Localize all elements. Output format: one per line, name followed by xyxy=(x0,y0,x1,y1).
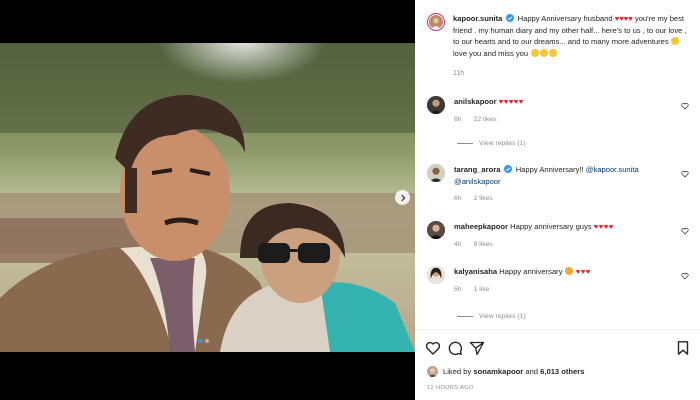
comments-panel: kapoor.sunita Happy Anniversary husband … xyxy=(415,0,700,400)
liker-avatar[interactable] xyxy=(427,366,438,377)
comment-likes[interactable]: 2 likes xyxy=(474,193,493,205)
carousel-dot xyxy=(205,339,209,343)
commenter-username[interactable]: kalyanisaha xyxy=(454,267,497,276)
comment-time: 6h xyxy=(454,115,462,123)
caption-hearts: ♥♥♥♥ xyxy=(614,14,633,23)
comment-button[interactable] xyxy=(447,340,463,356)
comment-item: anilskapoor ♥♥♥♥♥ 6h 22 likes xyxy=(427,96,695,125)
heart-icon[interactable] xyxy=(681,102,689,110)
smiling-emoji-icon xyxy=(539,48,548,57)
post-photo[interactable] xyxy=(0,43,415,352)
comment-text: Happy Anniversary!! xyxy=(515,165,584,174)
comment-time: 5h xyxy=(454,285,462,293)
bookmark-icon xyxy=(677,341,689,355)
heart-icon[interactable] xyxy=(681,170,689,178)
comment-likes[interactable]: 22 likes xyxy=(474,114,497,126)
view-replies-label: View replies (1) xyxy=(479,313,526,320)
star-struck-emoji-icon xyxy=(565,267,574,275)
liked-by-and: and xyxy=(525,367,539,376)
comment-hearts: ♥♥♥♥♥ xyxy=(498,97,524,106)
heart-icon[interactable] xyxy=(681,227,689,235)
mention-link[interactable]: @anilskapoor xyxy=(454,177,501,186)
comment-hearts: ♥♥♥♥ xyxy=(593,222,614,231)
commenter-username[interactable]: maheepkapoor xyxy=(454,222,508,231)
caption-text: Happy Anniversary husband xyxy=(517,14,613,23)
comment-text: Happy anniversary guys xyxy=(510,222,592,231)
verified-badge-icon xyxy=(503,165,512,173)
carousel-indicator xyxy=(198,339,209,343)
like-button[interactable] xyxy=(425,340,441,356)
couple-photo-illustration xyxy=(0,43,415,352)
comment-likes[interactable]: 9 likes xyxy=(474,239,493,251)
post-media-area xyxy=(0,0,415,400)
caption-end: love you and miss you xyxy=(453,48,529,58)
commenter-avatar[interactable] xyxy=(427,96,445,114)
verified-badge-icon xyxy=(505,14,514,22)
heart-icon[interactable] xyxy=(681,272,689,280)
post-timestamp: 12 HOURS AGO xyxy=(427,385,474,391)
share-button[interactable] xyxy=(469,340,485,356)
chevron-right-icon xyxy=(400,194,405,201)
comment-hearts: ♥♥♥ xyxy=(575,267,591,276)
post-action-bar xyxy=(425,340,693,356)
mention-link[interactable]: @kapoor.sunita xyxy=(586,165,639,174)
next-image-button[interactable] xyxy=(395,190,410,205)
commenter-username[interactable]: anilskapoor xyxy=(454,97,497,106)
comment-item: maheepkapoor Happy anniversary guys ♥♥♥♥… xyxy=(427,221,695,250)
save-button[interactable] xyxy=(675,340,691,356)
comment-item: kalyanisaha Happy anniversary ♥♥♥ 5h 1 l… xyxy=(427,266,695,295)
view-replies-link[interactable]: View replies (1) xyxy=(457,140,526,147)
liked-by-user[interactable]: sonamkapoor xyxy=(473,367,523,376)
comment-item: tarang_arora Happy Anniversary!! @kapoor… xyxy=(427,164,695,205)
carousel-dot-active xyxy=(198,339,202,343)
panel-divider xyxy=(415,329,700,330)
smiling-emoji-icon xyxy=(530,48,539,57)
smiling-emoji-icon xyxy=(548,48,557,57)
commenter-username[interactable]: tarang_arora xyxy=(454,165,500,174)
comment-icon xyxy=(448,341,463,356)
comment-time: 6h xyxy=(454,195,462,202)
smiling-emoji-icon xyxy=(671,37,680,45)
author-avatar[interactable] xyxy=(427,13,445,31)
heart-icon xyxy=(425,341,441,355)
liked-by-count[interactable]: 6,013 others xyxy=(540,367,584,376)
share-icon xyxy=(469,341,485,356)
view-replies-label: View replies (1) xyxy=(479,140,526,147)
comment-time: 4h xyxy=(454,240,462,248)
commenter-avatar[interactable] xyxy=(427,266,445,284)
view-replies-link[interactable]: View replies (1) xyxy=(457,313,526,320)
liked-by-prefix: Liked by xyxy=(443,367,472,376)
post-caption: kapoor.sunita Happy Anniversary husband … xyxy=(427,13,695,80)
comment-text: Happy anniversary xyxy=(499,267,563,276)
author-username[interactable]: kapoor.sunita xyxy=(453,14,502,23)
commenter-avatar[interactable] xyxy=(427,221,445,239)
comment-likes[interactable]: 1 like xyxy=(474,284,490,296)
caption-time: 11h xyxy=(453,70,465,77)
liked-by-summary[interactable]: Liked by sonamkapoor and 6,013 others xyxy=(427,366,584,377)
commenter-avatar[interactable] xyxy=(427,164,445,182)
